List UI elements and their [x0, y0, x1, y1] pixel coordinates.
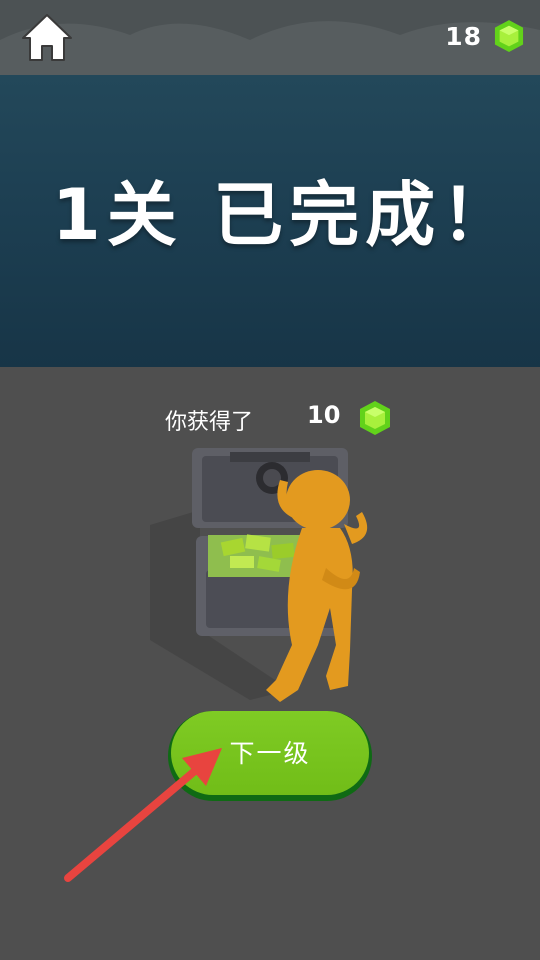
next-level-button[interactable]: 下一级 [168, 711, 372, 801]
top-bar: 18 [0, 0, 540, 75]
home-icon [22, 14, 72, 61]
gem-counter: 18 [445, 18, 524, 54]
reward-row: 你获得了 10 [0, 398, 540, 438]
green-gem-icon [494, 20, 524, 52]
green-gem-icon [360, 401, 390, 435]
next-level-label: 下一级 [229, 739, 311, 768]
reward-scene [150, 448, 368, 702]
reward-amount: 10 [307, 401, 341, 429]
reward-label: 你获得了 [165, 410, 254, 435]
level-complete-title: 1关 已完成！ [52, 174, 518, 256]
home-button[interactable] [20, 12, 74, 64]
gem-count: 18 [445, 21, 482, 51]
